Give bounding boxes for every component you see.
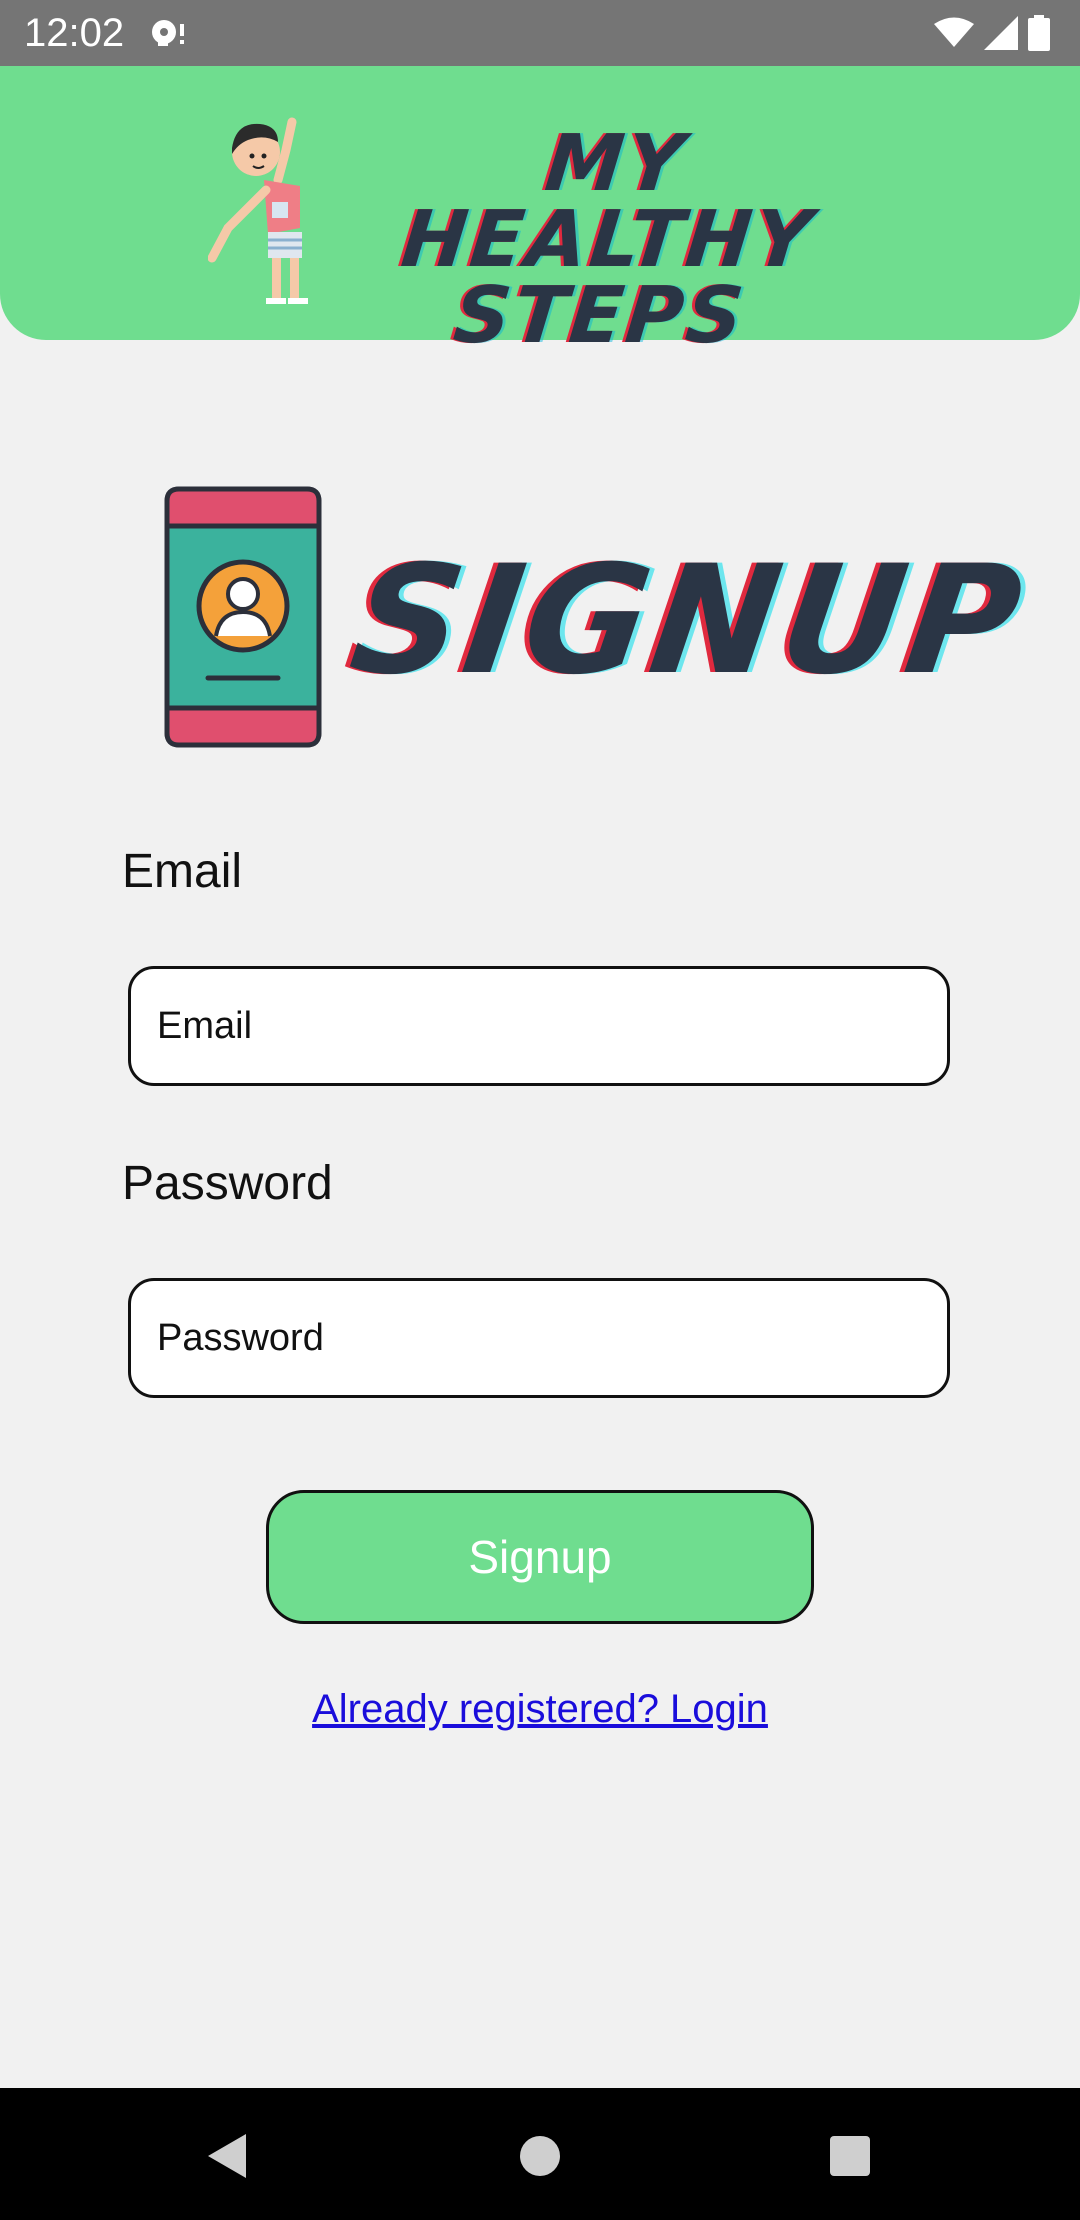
- exercising-kid-icon: [208, 117, 308, 304]
- notification-icon: [152, 20, 184, 46]
- signup-banner: SIGNUP: [164, 486, 1034, 750]
- app-header: MY HEALTHY STEPS: [0, 66, 1080, 361]
- email-label: Email: [122, 845, 243, 898]
- password-label: Password: [122, 1157, 333, 1210]
- wifi-icon: [934, 17, 974, 47]
- nav-home-button[interactable]: [512, 2128, 568, 2184]
- email-field[interactable]: [128, 966, 950, 1086]
- status-time: 12:02: [24, 11, 125, 55]
- status-icons: [934, 13, 1050, 53]
- signup-heading: SIGNUP: [341, 534, 1035, 708]
- phone-profile-icon: [164, 486, 322, 748]
- status-bar: 12:02: [0, 0, 1080, 66]
- nav-back-button[interactable]: [200, 2128, 256, 2184]
- app-logo: MY HEALTHY STEPS: [208, 110, 868, 361]
- login-link[interactable]: Already registered? Login: [0, 1684, 1080, 1734]
- app-logo-text: MY HEALTHY STEPS: [336, 119, 880, 361]
- system-nav-bar: [0, 2088, 1080, 2220]
- logo-line-1: MY HEALTHY: [397, 119, 819, 285]
- cell-signal-icon: [984, 16, 1018, 50]
- password-field[interactable]: [128, 1278, 950, 1398]
- battery-icon: [1028, 15, 1050, 51]
- nav-recents-button[interactable]: [822, 2128, 878, 2184]
- signup-button[interactable]: Signup: [266, 1490, 814, 1624]
- recents-square-icon: [830, 2136, 870, 2176]
- back-triangle-icon: [208, 2134, 246, 2178]
- home-circle-icon: [520, 2136, 560, 2176]
- signup-screen: 12:02 MY HEALTHY STEPS SIGNUP Email Emai…: [0, 0, 1080, 2220]
- logo-line-2: STEPS: [449, 271, 751, 361]
